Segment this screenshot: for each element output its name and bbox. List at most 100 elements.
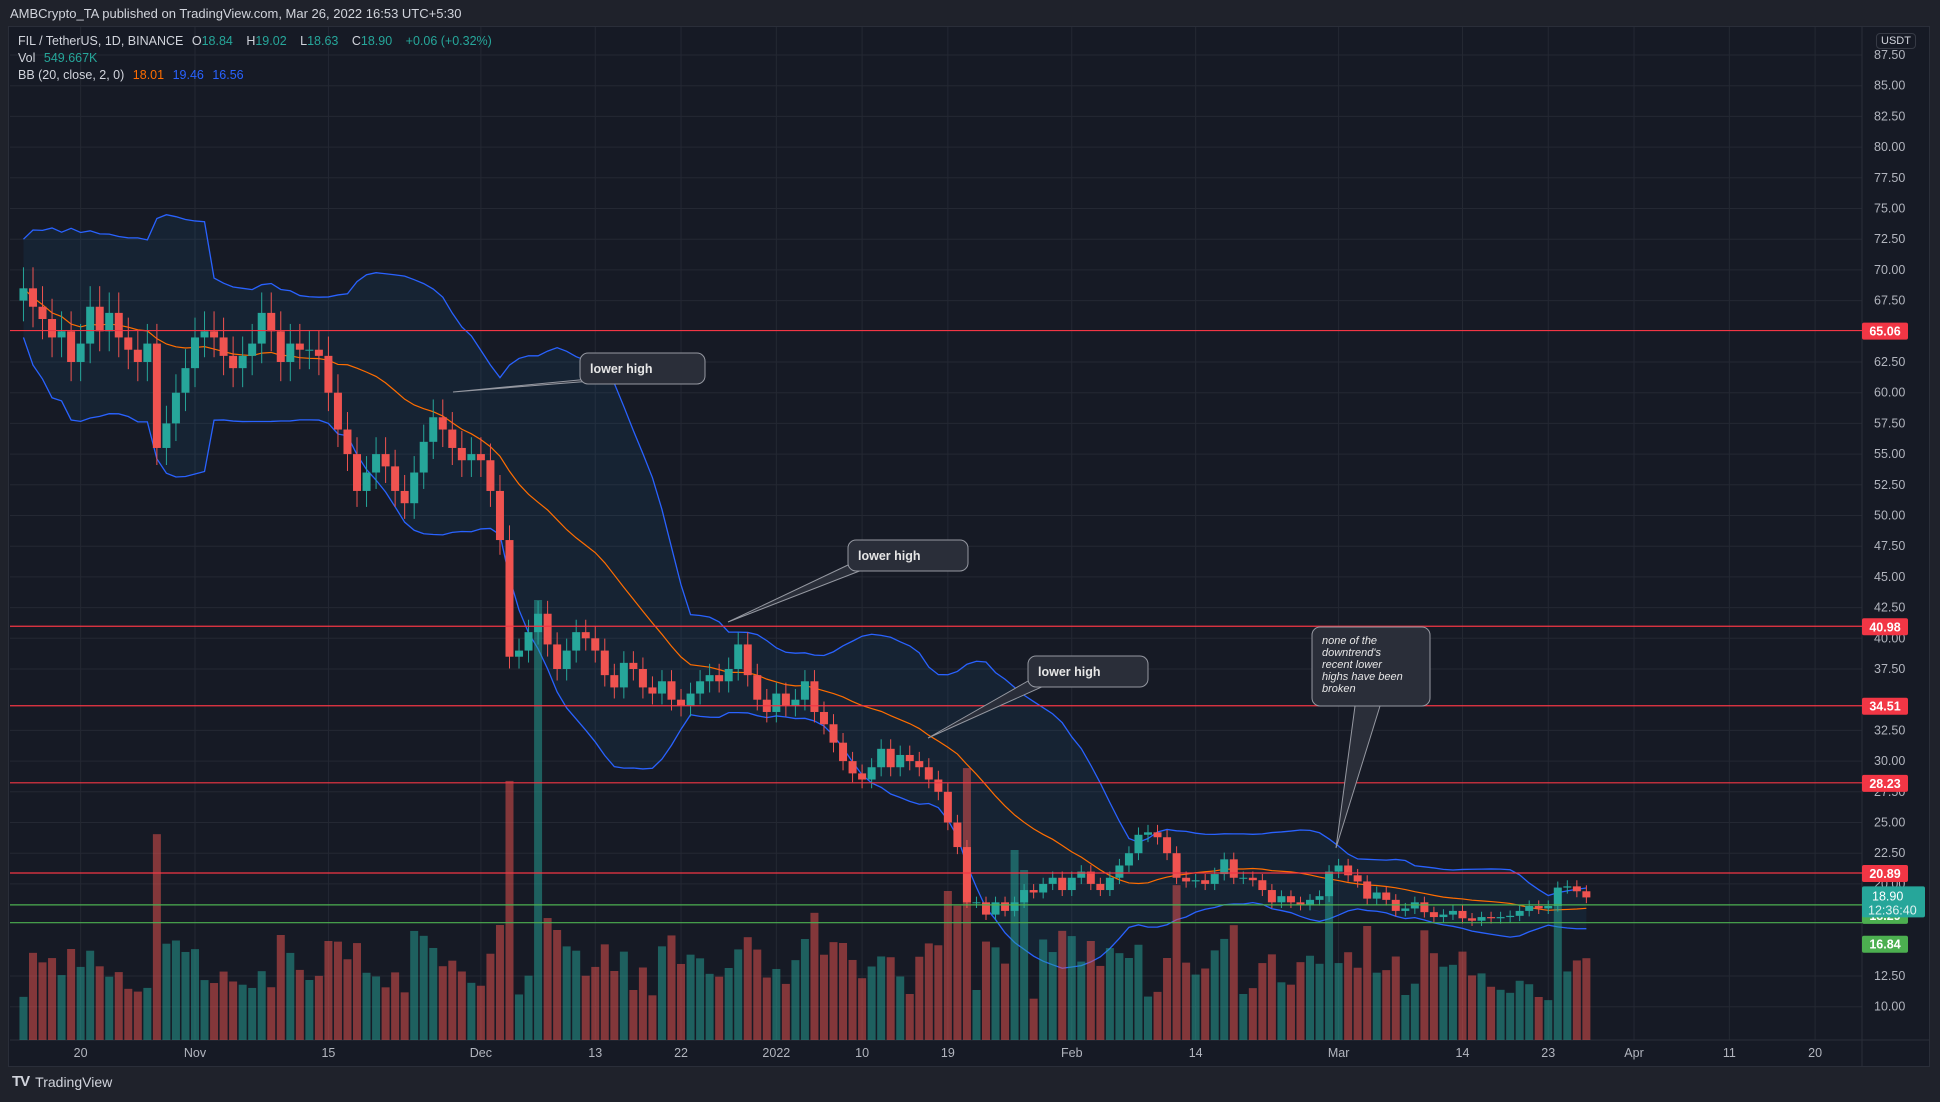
time-tick-label: Apr xyxy=(1624,1046,1643,1060)
volume-bar xyxy=(1163,958,1172,1040)
time-tick-label: 22 xyxy=(674,1046,688,1060)
price-tick-label: 47.50 xyxy=(1874,539,1905,553)
price-tick-label: 37.50 xyxy=(1874,662,1905,676)
volume-bar xyxy=(905,994,914,1040)
candle-body xyxy=(1382,892,1391,900)
candle-body xyxy=(1029,890,1038,893)
price-tick-label: 55.00 xyxy=(1874,447,1905,461)
volume-bar xyxy=(839,943,848,1040)
volume-bar xyxy=(314,975,323,1040)
candle-body xyxy=(1286,896,1295,903)
candle-body xyxy=(362,472,371,491)
candle-body xyxy=(191,337,199,369)
bb-legend: BB (20, close, 2, 0) 18.01 19.46 16.56 xyxy=(18,68,249,82)
volume-bar xyxy=(1439,966,1448,1040)
candle-body xyxy=(1267,890,1276,903)
candle-body xyxy=(429,417,438,442)
candle-body xyxy=(1229,859,1238,878)
volume-bar xyxy=(734,949,743,1040)
candle-body xyxy=(848,761,857,774)
candle-body xyxy=(133,349,142,362)
volume-bar xyxy=(648,995,657,1040)
volume-legend: Vol 549.667K xyxy=(18,51,102,65)
candle-body xyxy=(1096,883,1105,891)
volume-bar xyxy=(619,951,628,1040)
bb-lower-value: 16.56 xyxy=(212,68,244,82)
volume-bar xyxy=(724,968,733,1040)
price-chart[interactable]: 87.50 85.00 82.50 80.00 77.50 75.00 72.50 70.00… xyxy=(0,0,1940,1102)
candle-body xyxy=(248,343,257,356)
volume-bar xyxy=(276,935,285,1040)
volume-bar xyxy=(1391,956,1400,1040)
candle-body xyxy=(638,669,647,688)
vol-label[interactable]: Vol xyxy=(18,51,35,65)
candle-body xyxy=(1191,880,1200,882)
time-tick-label: Feb xyxy=(1061,1046,1083,1060)
candle-body xyxy=(314,349,323,356)
candle-body xyxy=(715,675,724,682)
tradingview-brand: TradingView xyxy=(35,1073,113,1090)
candle-body xyxy=(1515,910,1524,916)
candle-body xyxy=(1448,910,1457,915)
volume-bar xyxy=(28,952,37,1040)
candle-body xyxy=(1534,906,1543,909)
time-tick-label: 2022 xyxy=(762,1046,790,1060)
volume-bar xyxy=(1496,989,1505,1040)
annotation-text-line: highs have been xyxy=(1322,671,1403,683)
volume-bar xyxy=(438,966,447,1040)
volume-bar xyxy=(867,966,876,1040)
volume-bar xyxy=(591,966,600,1040)
price-tick-label: 25.00 xyxy=(1874,816,1905,830)
candle-body xyxy=(734,644,743,669)
candle-body xyxy=(562,650,571,669)
time-tick-label: 20 xyxy=(1808,1046,1822,1060)
volume-bar xyxy=(581,975,590,1040)
volume-bar xyxy=(534,600,543,1040)
candle-body xyxy=(1315,896,1324,900)
candle-body xyxy=(877,748,886,768)
volume-bar xyxy=(86,950,95,1040)
candle-body xyxy=(791,699,800,706)
volume-bar xyxy=(858,978,867,1040)
volume-bar xyxy=(1458,951,1467,1040)
candle-body xyxy=(591,638,600,651)
candle-body xyxy=(181,368,190,393)
volume-bar xyxy=(515,994,524,1040)
volume-bar xyxy=(629,990,638,1040)
volume-bar xyxy=(38,962,47,1040)
volume-bar xyxy=(753,949,762,1040)
bb-upper-value: 19.46 xyxy=(172,68,204,82)
volume-bar xyxy=(1553,904,1562,1040)
candle-body xyxy=(1124,853,1133,866)
volume-bar xyxy=(1420,930,1429,1040)
symbol-title[interactable]: FIL / TetherUS, 1D, BINANCE xyxy=(18,34,183,48)
candle-body xyxy=(67,331,76,362)
bb-label[interactable]: BB (20, close, 2, 0) xyxy=(18,68,124,82)
candle-body xyxy=(810,681,819,712)
volume-bar xyxy=(953,905,962,1040)
volume-bar xyxy=(229,981,238,1040)
candle-body xyxy=(19,288,28,301)
candle-body xyxy=(57,331,66,338)
candle-body xyxy=(581,632,590,639)
candle-body xyxy=(867,767,876,780)
time-tick-label: 13 xyxy=(588,1046,602,1060)
candle-body xyxy=(981,902,990,915)
volume-bar xyxy=(943,891,952,1040)
candle-body xyxy=(419,441,428,473)
volume-bar xyxy=(772,968,781,1040)
candle-body xyxy=(372,454,381,473)
volume-bar xyxy=(1572,960,1581,1040)
candle-body xyxy=(1010,902,1019,911)
candle-body xyxy=(333,392,342,430)
candle-body xyxy=(915,761,924,768)
volume-bar xyxy=(200,980,209,1040)
candle-body xyxy=(410,472,419,504)
volume-bar xyxy=(267,987,276,1040)
volume-bar xyxy=(657,946,666,1040)
candle-body xyxy=(534,613,543,633)
candle-body xyxy=(1115,865,1124,878)
currency-label[interactable]: USDT xyxy=(1876,33,1916,49)
candle-body xyxy=(772,693,781,712)
volume-bar xyxy=(410,930,419,1040)
